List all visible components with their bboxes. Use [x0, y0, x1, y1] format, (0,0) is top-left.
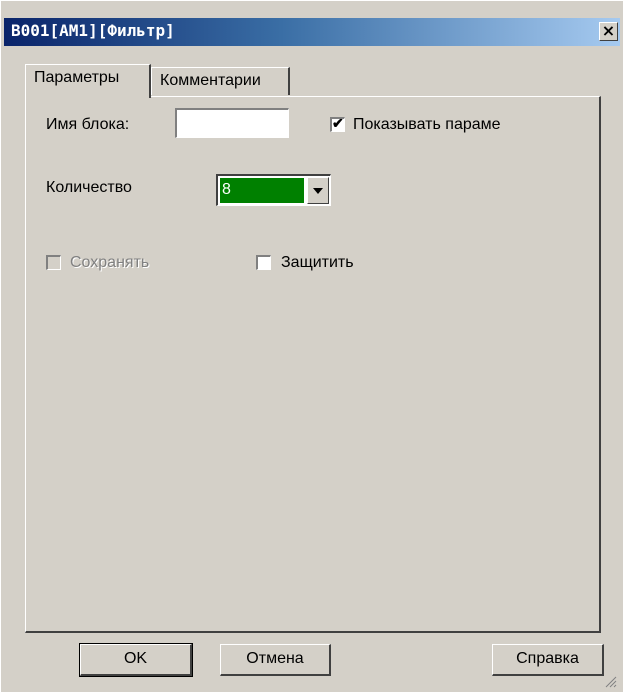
- count-select[interactable]: 8: [216, 174, 331, 206]
- checkmark-icon: ✔: [332, 115, 344, 131]
- block-name-input[interactable]: [175, 108, 289, 138]
- tab-parameters[interactable]: Параметры: [25, 64, 151, 98]
- protect-label: Защитить: [281, 254, 354, 271]
- show-params-label: Показывать параме: [353, 116, 501, 133]
- help-button[interactable]: Справка: [492, 644, 604, 676]
- count-dropdown-button[interactable]: [307, 177, 329, 204]
- cancel-button[interactable]: Отмена: [220, 644, 331, 676]
- block-name-label: Имя блока:: [46, 116, 130, 133]
- tab-parameters-label: Параметры: [34, 69, 120, 86]
- tab-comments[interactable]: Комментарии: [151, 67, 290, 95]
- window-title: B001[AM1][Фильтр]: [11, 21, 175, 40]
- resize-grip-icon[interactable]: [605, 676, 617, 688]
- count-label: Количество: [46, 179, 132, 196]
- ok-button[interactable]: OK: [79, 643, 193, 677]
- chevron-down-icon: [313, 188, 323, 194]
- count-select-value: 8: [220, 178, 304, 203]
- save-label: Сохранять: [70, 254, 150, 271]
- title-bar: B001[AM1][Фильтр] ×: [4, 18, 620, 46]
- dialog-window: B001[AM1][Фильтр] × Параметры Комментари…: [0, 0, 623, 692]
- close-button[interactable]: ×: [599, 22, 618, 41]
- show-params-checkbox[interactable]: ✔: [330, 115, 345, 132]
- close-icon: ×: [601, 21, 616, 40]
- save-checkbox: [46, 255, 61, 270]
- protect-checkbox[interactable]: [256, 255, 271, 270]
- tab-comments-label: Комментарии: [160, 72, 261, 89]
